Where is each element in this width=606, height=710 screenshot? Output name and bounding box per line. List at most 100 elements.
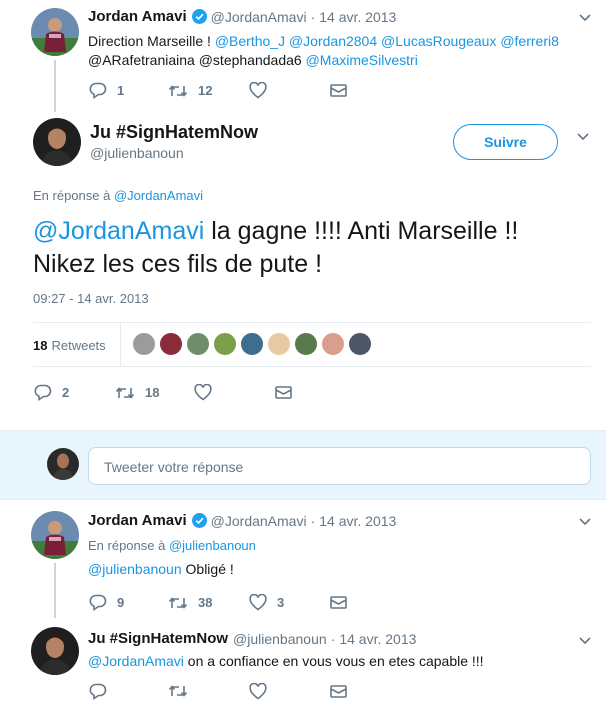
- mention-link[interactable]: @LucasRougeaux: [381, 33, 496, 49]
- heart-icon: [249, 683, 267, 700]
- mention-link[interactable]: @MaximeSilvestri: [306, 52, 418, 68]
- reply-context: En réponse à @JordanAmavi: [33, 188, 204, 203]
- retweeter-avatars: [132, 332, 375, 356]
- divider: [120, 323, 121, 366]
- verified-badge-icon: [191, 513, 207, 528]
- separator-dot: ·: [330, 630, 336, 647]
- like-button[interactable]: [194, 384, 212, 401]
- avatar[interactable]: [267, 332, 291, 356]
- author-handle[interactable]: @julienbanoun: [90, 145, 258, 161]
- message-button[interactable]: [330, 596, 347, 609]
- author-name[interactable]: Jordan Amavi: [88, 8, 187, 25]
- separator-dot: ·: [310, 8, 316, 25]
- message-button[interactable]: [275, 386, 292, 399]
- author-handle[interactable]: @JordanAmavi: [211, 9, 307, 25]
- retweet-stat-label: Retweets: [51, 338, 106, 353]
- avatar: [47, 448, 79, 480]
- message-button[interactable]: [330, 685, 347, 698]
- reply-count: 9: [117, 595, 125, 610]
- like-count: 3: [277, 595, 285, 610]
- avatar[interactable]: [321, 332, 345, 356]
- avatar[interactable]: [132, 332, 156, 356]
- reply-icon: [89, 82, 107, 99]
- reply-button[interactable]: [89, 683, 107, 700]
- tweet-text: Direction Marseille ! @Bertho_J @Jordan2…: [88, 33, 559, 68]
- retweet-button[interactable]: 38: [168, 595, 212, 610]
- avatar[interactable]: [31, 511, 79, 559]
- tweet-text: @julienbanoun Obligé !: [88, 561, 234, 577]
- avatar[interactable]: [159, 332, 183, 356]
- like-button[interactable]: [249, 82, 267, 99]
- chevron-down-icon[interactable]: [579, 633, 591, 648]
- like-button[interactable]: [249, 683, 267, 700]
- message-button[interactable]: [330, 84, 347, 97]
- retweet-button[interactable]: 12: [168, 83, 212, 98]
- tweet-date[interactable]: 14 avr. 2013: [319, 513, 396, 529]
- reply-button[interactable]: 2: [34, 384, 69, 401]
- author-name[interactable]: Ju #SignHatemNow: [88, 630, 228, 647]
- avatar[interactable]: [294, 332, 318, 356]
- retweet-icon: [115, 386, 135, 399]
- retweet-icon: [168, 596, 188, 609]
- reply-icon: [89, 683, 107, 700]
- author-name[interactable]: Jordan Amavi: [88, 512, 187, 529]
- tweet-timestamp[interactable]: 09:27 - 14 avr. 2013: [33, 291, 149, 306]
- reply-input[interactable]: Tweeter votre réponse: [88, 447, 591, 485]
- tweet-text: @JordanAmavi on a confiance en vous vous…: [88, 653, 484, 669]
- retweet-stats[interactable]: 18 Retweets: [33, 338, 106, 353]
- envelope-icon: [330, 596, 347, 609]
- envelope-icon: [330, 84, 347, 97]
- avatar[interactable]: [186, 332, 210, 356]
- reply-to-link[interactable]: @JordanAmavi: [114, 188, 203, 203]
- chevron-down-icon[interactable]: [577, 129, 589, 144]
- tweet-text: @JordanAmavi la gagne !!!! Anti Marseill…: [33, 217, 519, 278]
- mention-link[interactable]: @Jordan2804: [289, 33, 377, 49]
- mention-link[interactable]: @ferreri8: [500, 33, 559, 49]
- tweet-date[interactable]: 14 avr. 2013: [339, 631, 416, 647]
- retweet-icon: [168, 685, 188, 697]
- retweet-button[interactable]: 18: [115, 385, 159, 400]
- thread-line: [54, 60, 56, 112]
- reply-input-placeholder: Tweeter votre réponse: [104, 459, 244, 475]
- avatar[interactable]: [31, 8, 79, 56]
- reply-button[interactable]: 1: [89, 82, 124, 99]
- avatar[interactable]: [348, 332, 372, 356]
- like-button[interactable]: 3: [249, 594, 284, 611]
- retweet-button[interactable]: [168, 684, 188, 698]
- mention-link[interactable]: @julienbanoun: [88, 561, 182, 577]
- avatar[interactable]: [240, 332, 264, 356]
- avatar[interactable]: [33, 118, 81, 166]
- verified-badge-icon: [191, 9, 207, 24]
- separator-dot: ·: [310, 512, 316, 529]
- retweet-count: 18: [145, 385, 160, 400]
- reply-icon: [34, 384, 52, 401]
- reply-count: 2: [62, 385, 70, 400]
- author-name[interactable]: Ju #SignHatemNow: [90, 121, 258, 143]
- author-handle[interactable]: @julienbanoun: [233, 631, 327, 647]
- reply-icon: [89, 594, 107, 611]
- envelope-icon: [275, 386, 292, 399]
- reply-context: En réponse à @julienbanoun: [88, 538, 256, 553]
- reply-count: 1: [117, 83, 125, 98]
- retweet-icon: [168, 84, 188, 97]
- heart-icon: [249, 594, 267, 611]
- reply-button[interactable]: 9: [89, 594, 124, 611]
- mention-link[interactable]: @JordanAmavi: [33, 217, 204, 245]
- retweet-count: 12: [198, 83, 213, 98]
- thread-line: [54, 563, 56, 618]
- avatar[interactable]: [213, 332, 237, 356]
- author-handle[interactable]: @JordanAmavi: [211, 513, 307, 529]
- follow-button[interactable]: Suivre: [453, 124, 558, 160]
- chevron-down-icon[interactable]: [579, 10, 591, 25]
- chevron-down-icon[interactable]: [579, 514, 591, 529]
- retweet-stat-count: 18: [33, 338, 48, 353]
- mention-link[interactable]: @JordanAmavi: [88, 653, 184, 669]
- heart-icon: [249, 82, 267, 99]
- avatar[interactable]: [31, 627, 79, 675]
- retweet-count: 38: [198, 595, 213, 610]
- heart-icon: [194, 384, 212, 401]
- mention-link[interactable]: @Bertho_J: [215, 33, 285, 49]
- tweet-date[interactable]: 14 avr. 2013: [319, 9, 396, 25]
- reply-to-link[interactable]: @julienbanoun: [169, 538, 256, 553]
- envelope-icon: [330, 685, 347, 698]
